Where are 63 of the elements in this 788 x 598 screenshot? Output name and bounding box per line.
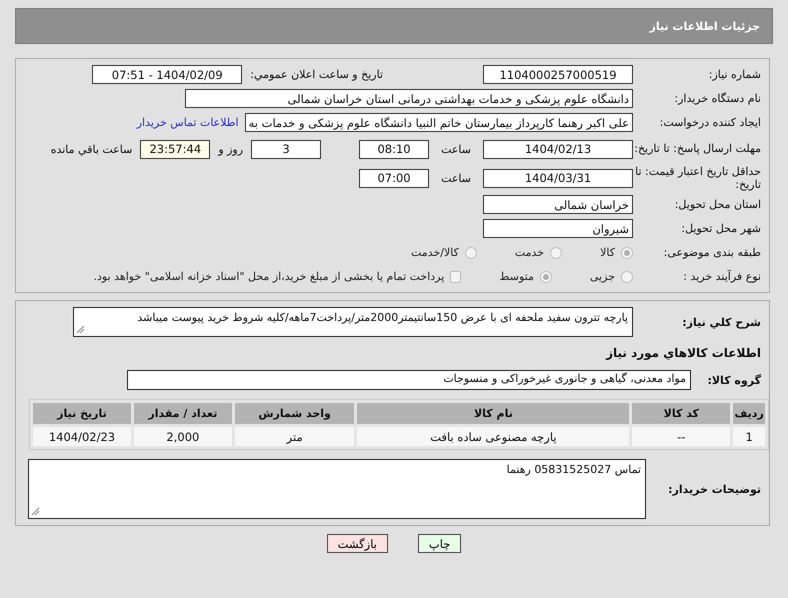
field-label: ساعت باقي مانده xyxy=(50,142,132,156)
description-field[interactable]: پارچه تترون سفید ملحفه ای با عرض 150سانتیمتر2000متر/پرداخت7ماهه/کلیه شروط خرید پیوست میباشد xyxy=(73,307,633,338)
text-field[interactable]: شیروان xyxy=(483,219,633,238)
column-header: تاریخ نیاز xyxy=(33,403,131,424)
checkbox[interactable] xyxy=(450,270,462,283)
column-header: واحد شمارش xyxy=(234,403,354,424)
resize-grip-icon[interactable] xyxy=(31,507,40,516)
radio-button[interactable] xyxy=(464,246,477,259)
text-field[interactable]: 3 xyxy=(251,140,322,158)
field-label: نام دستگاه خریدار: xyxy=(673,92,762,106)
resize-grip-icon[interactable] xyxy=(76,325,85,334)
table-cell: 1 xyxy=(733,427,765,446)
goods-group-field[interactable]: مواد معدنی، گیاهی و جانوری غیرخوراکی و منسوجات xyxy=(127,370,691,390)
field-label: گروه کالا: xyxy=(706,374,762,387)
column-header: تعداد / مقدار xyxy=(134,403,232,424)
field-label: مهلت ارسال پاسخ: تا تاریخ: xyxy=(633,142,762,156)
text-field[interactable]: 23:57:44 xyxy=(140,140,210,158)
text-field[interactable]: 1104000257000519 xyxy=(483,65,633,84)
text-field[interactable]: 08:10 xyxy=(359,140,430,158)
buyer-notes-field[interactable]: تماس 05831525027 رهنما xyxy=(28,459,646,520)
field-label: نوع فرآیند خرید : xyxy=(682,270,762,284)
option-label: خدمت xyxy=(514,246,544,260)
field-label: روز و xyxy=(218,142,244,156)
field-label: شهر محل تحویل: xyxy=(680,222,762,236)
option-label: کالا/خدمت xyxy=(411,246,459,260)
table-cell: 1404/02/23 xyxy=(33,427,131,446)
text-field[interactable]: 1404/02/09 - 07:51 xyxy=(92,65,242,84)
text-field[interactable]: 1404/03/31 xyxy=(483,168,633,188)
field-label: توضیحات خریدار: xyxy=(667,482,762,496)
field-label: تاریخ و ساعت اعلان عمومي: xyxy=(250,68,383,81)
table-cell: پارچه مصنوعی ساده بافت xyxy=(357,427,630,446)
field-label: ساعت xyxy=(441,172,471,185)
text-field[interactable]: خراسان شمالی xyxy=(483,195,633,214)
radio-button[interactable] xyxy=(550,246,562,259)
text-field[interactable]: دانشگاه علوم پزشکی و خدمات بهداشتی درمانی استان خراسان شمالی xyxy=(185,89,633,108)
section-heading: اطلاعات کالاهاي مورد نياز xyxy=(606,346,762,360)
option-label: کالا xyxy=(600,246,615,260)
column-header: ردیف xyxy=(733,403,765,424)
field-label: استان محل تحویل: xyxy=(674,198,762,212)
checkbox-label: پرداخت تمام یا بخشی از مبلغ خرید،از محل "اسناد خزانه اسلامی" خواهد بود. xyxy=(94,270,444,284)
field-label: شرح کلي نياز: xyxy=(681,316,762,329)
text-field[interactable]: 07:00 xyxy=(359,168,430,188)
field-label: ساعت xyxy=(441,142,471,156)
contact-link[interactable]: اطلاعات تماس خریدار xyxy=(136,116,239,129)
text-field[interactable]: علی اکبر رهنما کارپرداز بیمارستان خاتم النبیا دانشگاه علوم پزشکی و خدمات به xyxy=(244,113,633,132)
radio-button[interactable] xyxy=(621,246,633,259)
table-cell: -- xyxy=(632,427,730,446)
radio-button[interactable] xyxy=(540,270,552,283)
text-field[interactable]: 1404/02/13 xyxy=(483,140,633,158)
back-button[interactable]: بازگشت xyxy=(326,534,388,554)
radio-button[interactable] xyxy=(621,270,633,283)
column-header: نام کالا xyxy=(357,403,630,424)
table-cell: 2,000 xyxy=(134,427,232,446)
field-label: شماره نیاز: xyxy=(708,68,762,82)
page-header: جزئیات اطلاعات نیاز xyxy=(15,8,773,44)
option-label: جزیی xyxy=(590,270,615,284)
field-label: حداقل تاریخ اعتبار قیمت: تا تاریخ: xyxy=(634,165,762,192)
print-button[interactable]: چاپ xyxy=(418,534,462,554)
table-cell: متر xyxy=(234,427,354,446)
field-label: طبقه بندی موضوعی: xyxy=(662,246,762,260)
column-header: کد کالا xyxy=(632,403,730,424)
field-label: ایجاد کننده درخواست: xyxy=(658,116,762,130)
option-label: متوسط xyxy=(499,270,534,284)
